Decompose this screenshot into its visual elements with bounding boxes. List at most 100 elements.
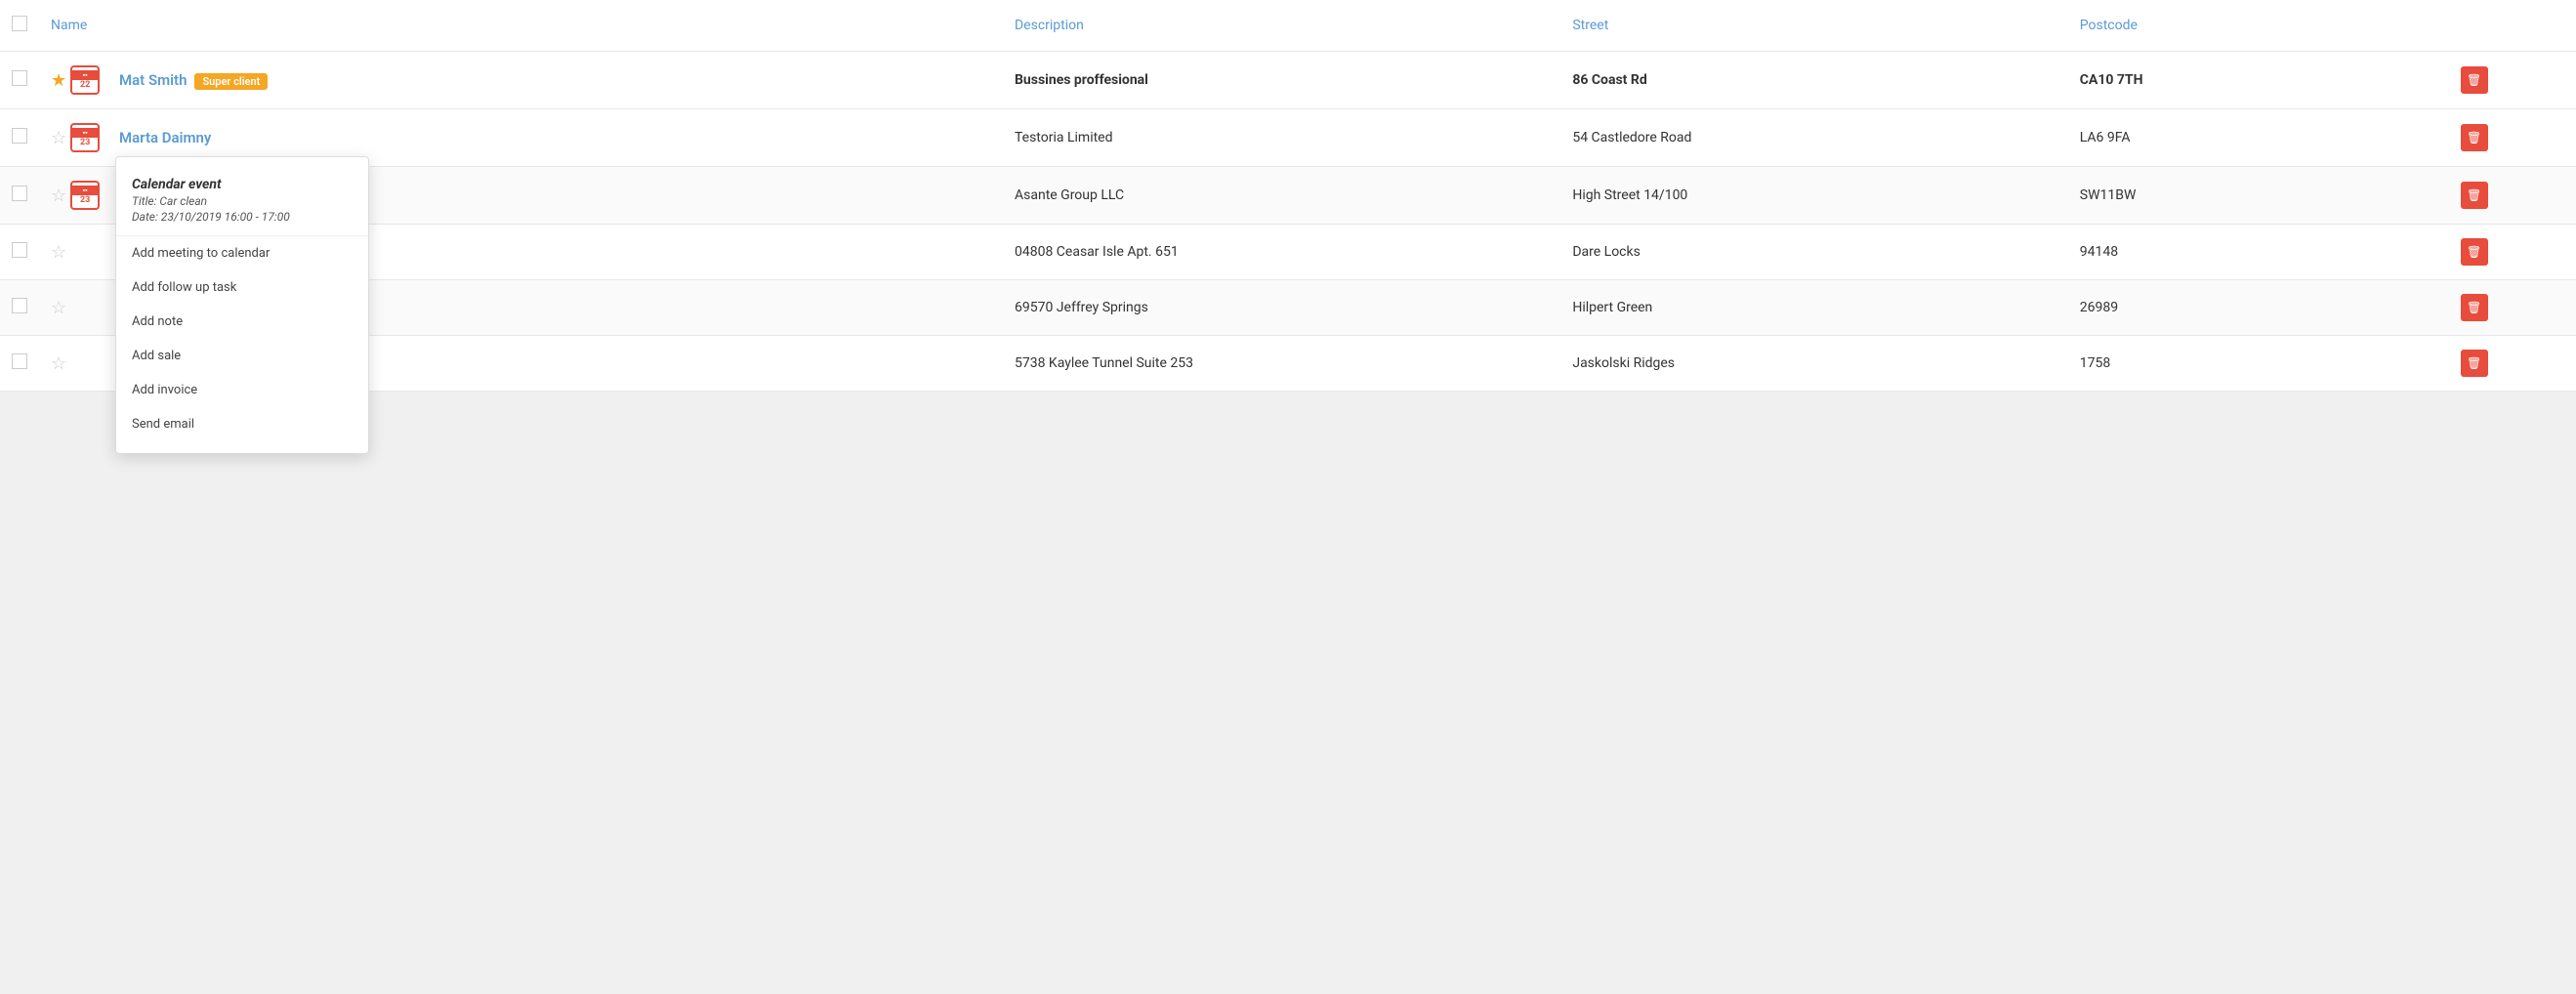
popup-menu-item[interactable]: Add note xyxy=(116,305,368,339)
client-name-link[interactable]: Mat Smith xyxy=(119,71,187,89)
row-street: 86 Coast Rd xyxy=(1572,72,1646,88)
row-postcode-cell: 1758 xyxy=(2068,336,2449,392)
row-action-cell: 🗑 xyxy=(2449,52,2576,109)
row-checkbox[interactable] xyxy=(12,128,27,144)
select-all-header[interactable] xyxy=(0,0,39,52)
row-description: 69570 Jeffrey Springs xyxy=(1015,300,1148,315)
contacts-table: Name Description Street Postcode ★ ▪▪ 22… xyxy=(0,0,2576,392)
star-icon-empty[interactable]: ☆ xyxy=(51,298,66,318)
star-icon-filled[interactable]: ★ xyxy=(51,70,66,91)
table-row: ★ ▪▪ 22 Mat Smith Super client Bussines pr… xyxy=(0,52,2576,109)
row-description: 04808 Ceasar Isle Apt. 651 xyxy=(1015,244,1179,260)
row-controls: ☆ ▪▪ 23 xyxy=(51,181,119,210)
row-description: 5738 Kaylee Tunnel Suite 253 xyxy=(1015,355,1193,371)
row-checkbox[interactable] xyxy=(12,186,27,201)
row-postcode: 26989 xyxy=(2080,300,2118,315)
row-checkbox[interactable] xyxy=(12,242,27,258)
delete-button[interactable]: 🗑 xyxy=(2461,124,2488,151)
name-column-header: Name xyxy=(39,0,1003,52)
calendar-icon[interactable]: ▪▪ 23 xyxy=(70,123,100,152)
row-description-cell: Testoria Limited xyxy=(1003,109,1560,167)
popup-menu: Add meeting to calendarAdd follow up tas… xyxy=(116,236,368,441)
calendar-icon[interactable]: ▪▪ 22 xyxy=(70,65,100,95)
row-postcode: 94148 xyxy=(2080,244,2118,260)
star-icon-empty[interactable]: ☆ xyxy=(51,353,66,374)
row-postcode: 1758 xyxy=(2080,355,2110,371)
popup-menu-item[interactable]: Add meeting to calendar xyxy=(116,236,368,270)
popup-menu-item[interactable]: Add follow up task xyxy=(116,270,368,305)
row-postcode: CA10 7TH xyxy=(2080,72,2143,88)
row-action-cell: 🗑 xyxy=(2449,225,2576,280)
select-all-checkbox[interactable] xyxy=(12,16,27,31)
row-checkbox[interactable] xyxy=(12,353,27,369)
popup-event-date: Date: 23/10/2019 16:00 - 17:00 xyxy=(132,210,353,224)
row-street-cell: 86 Coast Rd xyxy=(1560,52,2067,109)
popup-menu-item[interactable]: Add sale xyxy=(116,339,368,373)
row-postcode: LA6 9FA xyxy=(2080,130,2131,145)
row-description-cell: Bussines proffesional xyxy=(1003,52,1560,109)
row-controls: ☆ xyxy=(51,298,119,318)
row-description-cell: 69570 Jeffrey Springs xyxy=(1003,280,1560,336)
popup-event-title: Title: Car clean xyxy=(132,194,353,208)
popup-menu-item[interactable]: Send email xyxy=(116,407,368,441)
client-badge: Super client xyxy=(194,73,268,90)
row-checkbox[interactable] xyxy=(12,70,27,86)
delete-button[interactable]: 🗑 xyxy=(2461,350,2488,377)
row-postcode-cell: 26989 xyxy=(2068,280,2449,336)
row-checkbox[interactable] xyxy=(12,298,27,313)
calendar-icon[interactable]: ▪▪ 23 xyxy=(70,181,100,210)
star-icon-empty[interactable]: ☆ xyxy=(51,128,66,148)
row-description: Asante Group LLC xyxy=(1015,187,1124,203)
delete-button[interactable]: 🗑 xyxy=(2461,182,2488,209)
street-column-header: Street xyxy=(1560,0,2067,52)
row-description-cell: 5738 Kaylee Tunnel Suite 253 xyxy=(1003,336,1560,392)
row-action-cell: 🗑 xyxy=(2449,109,2576,167)
row-street-cell: Hilpert Green xyxy=(1560,280,2067,336)
row-postcode-cell: SW11BW xyxy=(2068,167,2449,225)
action-column-header xyxy=(2449,0,2576,52)
row-street-cell: Jaskolski Ridges xyxy=(1560,336,2067,392)
row-postcode-cell: CA10 7TH xyxy=(2068,52,2449,109)
row-checkbox-cell xyxy=(0,167,39,225)
popup-menu-item[interactable]: Add invoice xyxy=(116,373,368,407)
row-controls: ☆ ▪▪ 23 xyxy=(51,123,119,152)
delete-button[interactable]: 🗑 xyxy=(2461,66,2488,94)
row-name-cell: ★ ▪▪ 22 Mat Smith Super client xyxy=(39,52,1003,109)
row-street: High Street 14/100 xyxy=(1572,187,1687,203)
postcode-column-header: Postcode xyxy=(2068,0,2449,52)
client-name-link[interactable]: Marta Daimny xyxy=(119,129,211,146)
row-street-cell: Dare Locks xyxy=(1560,225,2067,280)
row-checkbox-cell xyxy=(0,52,39,109)
row-action-cell: 🗑 xyxy=(2449,336,2576,392)
row-description-cell: 04808 Ceasar Isle Apt. 651 xyxy=(1003,225,1560,280)
row-checkbox-cell xyxy=(0,280,39,336)
row-checkbox-cell xyxy=(0,336,39,392)
row-controls: ☆ xyxy=(51,242,119,263)
star-icon-empty[interactable]: ☆ xyxy=(51,186,66,206)
contacts-table-container: Name Description Street Postcode ★ ▪▪ 22… xyxy=(0,0,2576,392)
table-row: ☆tag2tag369570 Jeffrey SpringsHilpert Gr… xyxy=(0,280,2576,336)
row-postcode: SW11BW xyxy=(2080,187,2137,203)
row-controls: ☆ xyxy=(51,353,119,374)
row-checkbox-cell xyxy=(0,225,39,280)
table-row: ☆ 5738 Kaylee Tunnel Suite 253 Jaskolski R… xyxy=(0,336,2576,392)
row-street-cell: High Street 14/100 xyxy=(1560,167,2067,225)
popup-title: Calendar event xyxy=(132,177,353,192)
row-description-cell: Asante Group LLC xyxy=(1003,167,1560,225)
star-icon-empty[interactable]: ☆ xyxy=(51,242,66,263)
row-controls: ★ ▪▪ 22 xyxy=(51,65,119,95)
delete-button[interactable]: 🗑 xyxy=(2461,294,2488,321)
row-action-cell: 🗑 xyxy=(2449,167,2576,225)
row-postcode-cell: 94148 xyxy=(2068,225,2449,280)
event-date-value: 23/10/2019 16:00 - 17:00 xyxy=(161,210,290,224)
row-action-cell: 🗑 xyxy=(2449,280,2576,336)
row-street: Dare Locks xyxy=(1572,244,1641,260)
event-title-label: Title: xyxy=(132,194,156,208)
row-checkbox-cell xyxy=(0,109,39,167)
delete-button[interactable]: 🗑 xyxy=(2461,238,2488,266)
row-street-cell: 54 Castledore Road xyxy=(1560,109,2067,167)
row-street: Hilpert Green xyxy=(1572,300,1652,315)
event-date-label: Date: xyxy=(132,210,158,224)
calendar-event-popup: Calendar event Title: Car clean Date: 23… xyxy=(115,156,369,454)
table-row: ☆ 04808 Ceasar Isle Apt. 651 Dare Locks 941… xyxy=(0,225,2576,280)
